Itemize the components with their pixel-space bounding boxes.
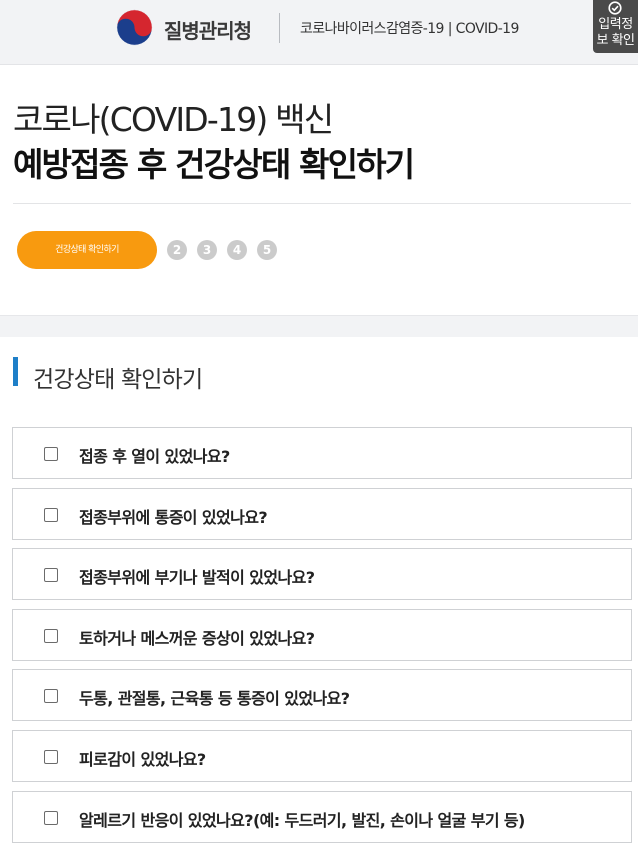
question-row-allergy[interactable]: 알레르기 반응이 있었나요?(예: 두드러기, 발진, 손이나 얼굴 부기 등) [12, 791, 632, 843]
checkbox[interactable] [44, 689, 58, 703]
question-label[interactable]: 접종부위에 부기나 발적이 있었나요? [79, 564, 315, 588]
question-row-body-pain[interactable]: 두통, 관절통, 근육통 등 통증이 있었나요? [12, 669, 632, 721]
question-row-injection-pain[interactable]: 접종부위에 통증이 있었나요? [12, 488, 632, 540]
section-accent-bar [13, 357, 18, 386]
checkbox[interactable] [44, 568, 58, 582]
confirm-info-button[interactable]: 입력정보 확인 [593, 0, 638, 53]
question-row-fever[interactable]: 접종 후 열이 있었나요? [12, 427, 632, 479]
step-5[interactable]: 5 [257, 240, 277, 260]
question-row-fatigue[interactable]: 피로감이 있었나요? [12, 730, 632, 782]
checkbox[interactable] [44, 629, 58, 643]
question-row-swelling-redness[interactable]: 접종부위에 부기나 발적이 있었나요? [12, 548, 632, 600]
step-1-current[interactable]: 건강상태 확인하기 [17, 231, 157, 269]
question-label[interactable]: 피로감이 있었나요? [79, 746, 206, 770]
site-header: 질병관리청 코로나바이러스감염증-19 | COVID-19 입력정보 확인 [0, 0, 638, 65]
question-label[interactable]: 토하거나 메스꺼운 증상이 있었나요? [79, 625, 315, 649]
question-label[interactable]: 알레르기 반응이 있었나요?(예: 두드러기, 발진, 손이나 얼굴 부기 등) [79, 807, 525, 831]
check-circle-icon [608, 1, 622, 15]
checkbox[interactable] [44, 811, 58, 825]
header-subtitle: 코로나바이러스감염증-19 | COVID-19 [300, 21, 519, 37]
section-separator [0, 315, 638, 337]
question-label[interactable]: 접종부위에 통증이 있었나요? [79, 504, 268, 528]
checkbox[interactable] [44, 508, 58, 522]
agency-name[interactable]: 질병관리청 [164, 15, 252, 44]
checkbox[interactable] [44, 447, 58, 461]
question-label[interactable]: 두통, 관절통, 근육통 등 통증이 있었나요? [79, 685, 350, 709]
page-title-line2: 예방접종 후 건강상태 확인하기 [13, 145, 415, 184]
checkbox[interactable] [44, 750, 58, 764]
step-3[interactable]: 3 [197, 240, 217, 260]
confirm-info-label: 입력정보 확인 [596, 17, 635, 48]
step-4[interactable]: 4 [227, 240, 247, 260]
step-2[interactable]: 2 [167, 240, 187, 260]
header-divider [279, 13, 280, 43]
section-title: 건강상태 확인하기 [33, 367, 203, 393]
question-row-nausea[interactable]: 토하거나 메스꺼운 증상이 있었나요? [12, 609, 632, 661]
title-divider [13, 203, 631, 204]
taegeuk-logo-icon[interactable] [116, 9, 153, 46]
question-label[interactable]: 접종 후 열이 있었나요? [79, 443, 230, 467]
page-title-line1: 코로나(COVID-19) 백신 [13, 100, 334, 139]
